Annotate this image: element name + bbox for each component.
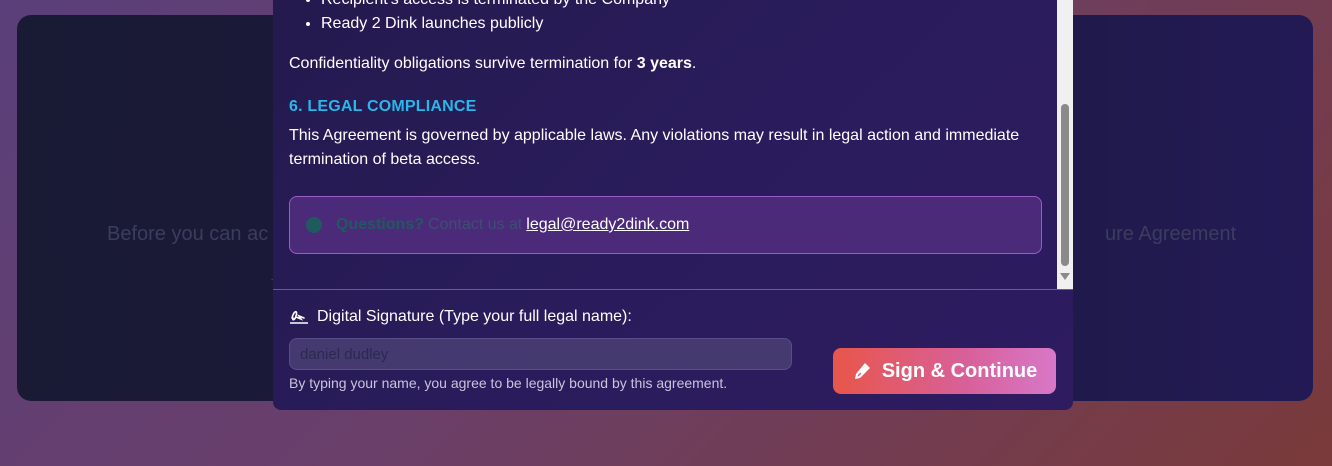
section-body-legal-compliance: This Agreement is governed by applicable…: [289, 127, 1020, 168]
sign-and-continue-button[interactable]: Sign & Continue: [833, 348, 1056, 394]
questions-text: Contact us at: [428, 216, 523, 233]
scroll-down-arrow-icon[interactable]: [1060, 273, 1070, 280]
legal-email-link[interactable]: legal@ready2dink.com: [526, 216, 689, 234]
signature-help-text: By typing your name, you agree to be leg…: [289, 375, 728, 391]
signature-input[interactable]: [289, 338, 792, 370]
list-item: Ready 2 Dink launches publicly: [321, 12, 1049, 36]
signature-label: Digital Signature (Type your full legal …: [289, 308, 632, 326]
list-item: Recipient's access is terminated by the …: [321, 0, 1049, 12]
agreement-scroll-area[interactable]: Recipient's access is terminated by the …: [273, 0, 1073, 290]
info-icon: [306, 217, 322, 233]
agreement-modal: Recipient's access is terminated by the …: [273, 0, 1073, 410]
signature-icon: [290, 310, 308, 324]
scrollbar-thumb[interactable]: [1061, 104, 1069, 266]
sign-button-label: Sign & Continue: [881, 359, 1038, 382]
questions-box: Questions? Contact us at legal@ready2din…: [289, 196, 1042, 254]
confidentiality-duration: 3 years: [636, 55, 692, 72]
confidentiality-paragraph: Confidentiality obligations survive term…: [289, 55, 697, 72]
divider: [273, 289, 1073, 290]
scrollbar[interactable]: [1057, 0, 1073, 290]
termination-list: Recipient's access is terminated by the …: [289, 0, 1049, 36]
questions-label: Questions?: [336, 216, 425, 233]
pen-icon: [854, 363, 870, 379]
agreement-content: Recipient's access is terminated by the …: [289, 0, 1049, 254]
signature-label-text: Digital Signature (Type your full legal …: [317, 308, 632, 325]
section-title-legal-compliance: 6. LEGAL COMPLIANCE: [289, 98, 477, 115]
